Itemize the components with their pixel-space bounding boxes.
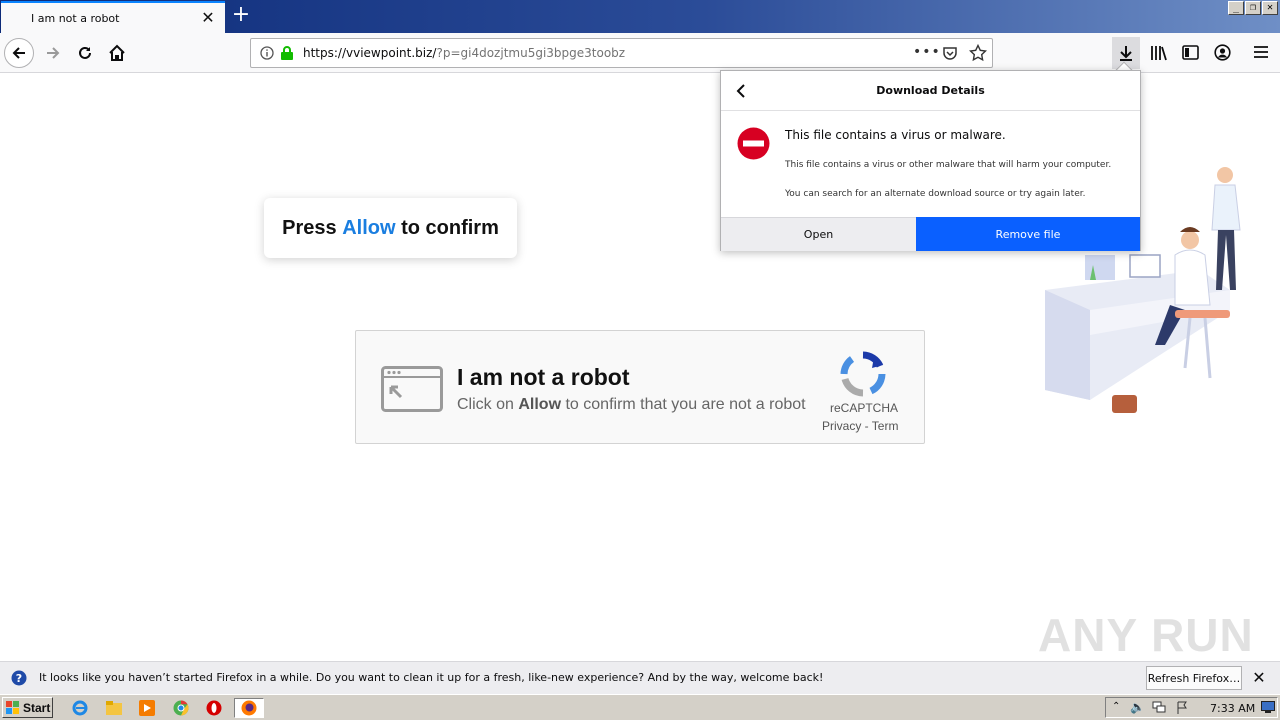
captcha-sub-suffix: to confirm that you are not a robot: [565, 396, 806, 413]
tray-expand-icon[interactable]: ⌃: [1112, 701, 1120, 712]
media-player-icon[interactable]: [137, 698, 157, 718]
notification-bar: ? It looks like you haven’t started Fire…: [0, 661, 1280, 694]
panel-title: Download Details: [876, 84, 985, 97]
panel-header: Download Details: [721, 71, 1140, 111]
volume-icon[interactable]: 🔈: [1130, 700, 1145, 714]
captcha-sub-allow: Allow: [518, 396, 562, 413]
notification-close-icon[interactable]: ✕: [1249, 668, 1269, 688]
new-tab-icon[interactable]: +: [230, 4, 252, 28]
ie-icon[interactable]: [70, 698, 90, 718]
refresh-firefox-button[interactable]: Refresh Firefox…: [1146, 666, 1242, 690]
press-allow-word: Allow: [342, 216, 396, 239]
account-icon[interactable]: [1214, 44, 1231, 64]
page-actions-icon[interactable]: •••: [913, 44, 941, 60]
tab-title: I am not a robot: [31, 12, 120, 25]
press-suffix: to confirm: [401, 216, 499, 239]
tab-active[interactable]: I am not a robot ✕: [1, 1, 225, 33]
firefox-taskbar-icon[interactable]: [234, 698, 264, 718]
back-icon[interactable]: [4, 38, 34, 68]
network-icon[interactable]: [1152, 701, 1166, 716]
download-details-panel: Download Details This file contains a vi…: [720, 70, 1141, 251]
url-bar[interactable]: https://vviewpoint.biz/?p=gi4dozjtmu5gi3…: [250, 38, 993, 68]
reload-icon[interactable]: [70, 38, 100, 68]
captcha-subtitle: Click on Allow to confirm that you are n…: [457, 396, 806, 414]
url-path: ?p=gi4dozjtmu5gi3bpge3toobz: [436, 46, 626, 60]
system-tray: ⌃ 🔈 7:33 AM: [1105, 697, 1278, 718]
tab-close-icon[interactable]: ✕: [199, 7, 217, 29]
title-bar: I am not a robot ✕ + _ ❐ ✕: [0, 0, 1280, 33]
malware-detail-1: This file contains a virus or other malw…: [785, 160, 1112, 170]
lock-icon[interactable]: [280, 45, 294, 64]
malware-message: This file contains a virus or malware.: [785, 128, 1006, 142]
start-button[interactable]: Start: [2, 697, 53, 718]
start-label: Start: [23, 700, 51, 715]
recaptcha-label: reCAPTCHA: [830, 401, 899, 415]
library-icon[interactable]: [1150, 45, 1168, 64]
close-window-icon[interactable]: ✕: [1262, 1, 1278, 15]
remove-file-button[interactable]: Remove file: [916, 217, 1140, 251]
clock: 7:33 AM: [1210, 702, 1256, 715]
fake-captcha-box[interactable]: I am not a robot Click on Allow to confi…: [355, 330, 925, 444]
malware-detail-2: You can search for an alternate download…: [785, 189, 1086, 199]
show-desktop-icon[interactable]: [1261, 701, 1275, 716]
pocket-icon[interactable]: [942, 45, 958, 64]
open-file-button[interactable]: Open: [721, 217, 916, 251]
url-text[interactable]: https://vviewpoint.biz/?p=gi4dozjtmu5gi3…: [303, 46, 625, 60]
help-icon: ?: [11, 670, 27, 689]
restore-icon[interactable]: ❐: [1245, 1, 1261, 15]
browser-window-icon: [381, 366, 443, 415]
flag-icon[interactable]: [1176, 701, 1188, 717]
home-icon[interactable]: [102, 38, 132, 68]
notification-text: It looks like you haven’t started Firefo…: [39, 671, 824, 684]
captcha-sub-prefix: Click on: [457, 396, 514, 413]
menu-icon[interactable]: [1253, 45, 1269, 62]
info-icon[interactable]: [260, 46, 274, 63]
recaptcha-privacy-links[interactable]: Privacy - Term: [822, 419, 904, 433]
minimize-icon[interactable]: _: [1228, 1, 1244, 15]
watermark-logo: ANY RUN: [1038, 609, 1254, 661]
taskbar: Start ⌃ 🔈 7:33 AM: [0, 694, 1280, 720]
svg-text:?: ?: [16, 672, 22, 685]
recaptcha-logo-icon: [840, 351, 886, 400]
sidebar-icon[interactable]: [1182, 45, 1199, 63]
forward-icon[interactable]: [38, 38, 68, 68]
explorer-icon[interactable]: [104, 698, 124, 718]
windows-logo-icon: [6, 700, 19, 714]
download-icon: [1120, 46, 1132, 61]
press-allow-prompt: Press Allow to confirm: [264, 198, 517, 258]
captcha-title: I am not a robot: [457, 364, 630, 390]
bookmark-star-icon[interactable]: [968, 43, 988, 65]
opera-icon[interactable]: [204, 698, 224, 718]
malware-blocked-icon: [737, 127, 770, 163]
press-prefix: Press: [282, 216, 337, 239]
url-host: https://vviewpoint.biz/: [303, 46, 437, 60]
chrome-icon[interactable]: [171, 698, 191, 718]
navigation-toolbar: https://vviewpoint.biz/?p=gi4dozjtmu5gi3…: [0, 33, 1280, 73]
